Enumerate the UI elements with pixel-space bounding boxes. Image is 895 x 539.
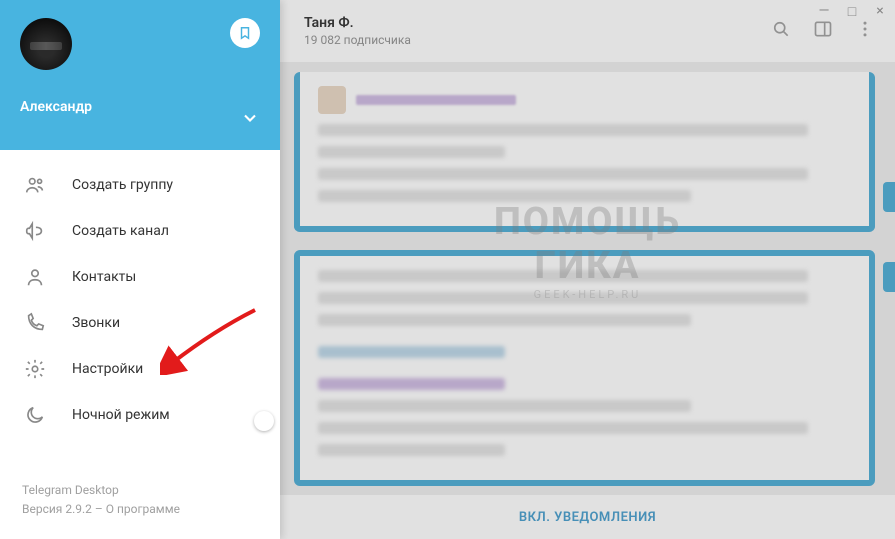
about-link[interactable]: О программе [106, 502, 180, 516]
menu-label: Ночной режим [72, 407, 170, 423]
dim-overlay[interactable] [280, 0, 895, 539]
menu-list: Создать группу Создать канал [0, 150, 280, 465]
app-name-label: Telegram Desktop [22, 481, 258, 500]
window-maximize-button[interactable]: □ [845, 4, 859, 18]
account-switcher-toggle[interactable] [240, 108, 260, 132]
menu-label: Контакты [72, 269, 136, 285]
megaphone-icon [24, 220, 46, 242]
menu-label: Создать группу [72, 177, 173, 193]
chat-area: Таня Ф. 19 082 подписчика [280, 0, 895, 539]
profile-name: Александр [20, 98, 100, 118]
window-minimize-button[interactable]: — [817, 4, 831, 18]
menu-item-night-mode[interactable]: Ночной режим [0, 392, 280, 438]
sidebar-header: Александр [0, 0, 280, 150]
window-close-button[interactable]: × [873, 4, 887, 18]
app-container: Александр [0, 0, 895, 539]
phone-icon [24, 312, 46, 334]
menu-item-contacts[interactable]: Контакты [0, 254, 280, 300]
menu-item-create-group[interactable]: Создать группу [0, 162, 280, 208]
moon-icon [24, 404, 46, 426]
group-icon [24, 174, 46, 196]
version-prefix: Версия [22, 502, 65, 516]
user-avatar[interactable] [20, 18, 72, 70]
window-controls: — □ × [817, 4, 887, 18]
menu-item-create-channel[interactable]: Создать канал [0, 208, 280, 254]
footer-separator: – [92, 502, 106, 516]
person-icon [24, 266, 46, 288]
version-number: 2.9.2 [65, 502, 92, 516]
menu-label: Звонки [72, 315, 120, 331]
saved-messages-button[interactable] [230, 18, 260, 48]
menu-item-settings[interactable]: Настройки [0, 346, 280, 392]
menu-label: Создать канал [72, 223, 169, 239]
menu-label: Настройки [72, 361, 143, 377]
menu-item-calls[interactable]: Звонки [0, 300, 280, 346]
main-menu-sidebar: Александр [0, 0, 280, 539]
sidebar-footer: Telegram Desktop Версия 2.9.2 – О програ… [0, 465, 280, 539]
gear-icon [24, 358, 46, 380]
